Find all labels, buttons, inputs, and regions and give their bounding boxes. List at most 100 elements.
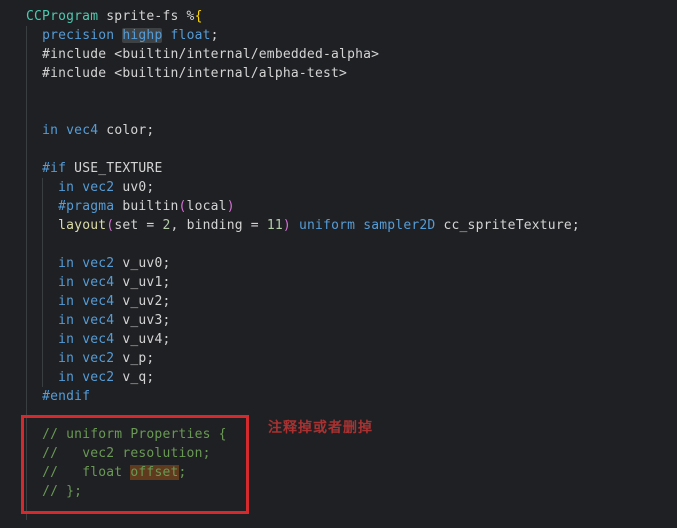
code-token: #endif — [42, 389, 91, 404]
code-line: #pragma builtin(local) — [26, 197, 580, 216]
code-token: v_uv2; — [114, 294, 171, 309]
code-token: #pragma — [58, 199, 115, 214]
code-token: // uniform Properties { — [42, 427, 227, 442]
code-token: v_q; — [114, 370, 155, 385]
code-token: sprite-fs — [98, 9, 187, 24]
code-token: { — [194, 9, 203, 24]
code-token: uniform — [298, 218, 356, 233]
code-token: // float — [42, 465, 131, 480]
code-token: sampler2D — [363, 218, 436, 233]
code-token: v_uv0; — [114, 256, 171, 271]
code-token: vec4 — [82, 294, 115, 309]
code-line: in vec4 v_uv2; — [26, 292, 580, 311]
code-token: #include <builtin/internal/embedded-alph… — [26, 47, 380, 62]
code-line: in vec4 color; — [26, 121, 580, 140]
code-line: // float offset; — [26, 463, 580, 482]
code-line: #include <builtin/internal/alpha-test> — [26, 64, 580, 83]
code-token: builtin — [114, 199, 179, 214]
code-token: USE_TEXTURE — [66, 161, 163, 176]
code-token: vec4 — [82, 332, 115, 347]
code-token: #if — [42, 161, 67, 176]
code-token: #include <builtin/internal/alpha-test> — [26, 66, 348, 81]
code-token: vec4 — [82, 275, 115, 290]
code-token: local — [186, 199, 227, 214]
code-token: cc_spriteTexture; — [435, 218, 580, 233]
code-token: vec2 — [82, 351, 115, 366]
code-line: in vec2 v_p; — [26, 349, 580, 368]
code-token: vec2 — [82, 256, 115, 271]
code-token: vec2 — [82, 370, 115, 385]
highlighted-token: highp — [122, 28, 163, 43]
code-line: #if USE_TEXTURE — [26, 159, 580, 178]
code-token: // }; — [42, 484, 83, 499]
code-token: in — [58, 332, 75, 347]
code-token: // vec2 resolution; — [42, 446, 211, 461]
code-token: in — [58, 256, 75, 271]
code-token: v_uv4; — [114, 332, 171, 347]
code-token: precision — [42, 28, 115, 43]
code-line: in vec2 v_uv0; — [26, 254, 580, 273]
code-line: in vec4 v_uv1; — [26, 273, 580, 292]
code-token: in — [58, 351, 75, 366]
code-token: ; — [210, 28, 219, 43]
annotation-note: 注释掉或者删掉 — [268, 420, 373, 436]
code-token: color; — [98, 123, 155, 138]
code-editor[interactable]: CCProgram sprite-fs %{ precision highp f… — [0, 0, 677, 528]
code-token: 11 — [266, 218, 283, 233]
code-token: v_uv1; — [114, 275, 171, 290]
code-token: ) — [282, 218, 291, 233]
code-line: // vec2 resolution; — [26, 444, 580, 463]
code-line: precision highp float; — [26, 26, 580, 45]
code-token: layout — [58, 218, 107, 233]
code-token: ) — [226, 199, 235, 214]
code-token: vec4 — [66, 123, 99, 138]
code-token: set = — [114, 218, 163, 233]
code-line: in vec4 v_uv4; — [26, 330, 580, 349]
code-line: in vec2 uv0; — [26, 178, 580, 197]
code-token: in — [42, 123, 59, 138]
code-token: ; — [178, 465, 187, 480]
code-token: in — [58, 275, 75, 290]
code-line: in vec4 v_uv3; — [26, 311, 580, 330]
code-lines: CCProgram sprite-fs %{ precision highp f… — [26, 7, 580, 520]
highlighted-token: offset — [130, 465, 179, 480]
code-token: float — [170, 28, 211, 43]
code-token: ( — [178, 199, 187, 214]
code-token: v_p; — [114, 351, 155, 366]
code-token: % — [186, 9, 195, 24]
code-token: , binding = — [170, 218, 267, 233]
code-line: in vec2 v_q; — [26, 368, 580, 387]
code-token: in — [58, 180, 75, 195]
code-token: in — [58, 313, 75, 328]
